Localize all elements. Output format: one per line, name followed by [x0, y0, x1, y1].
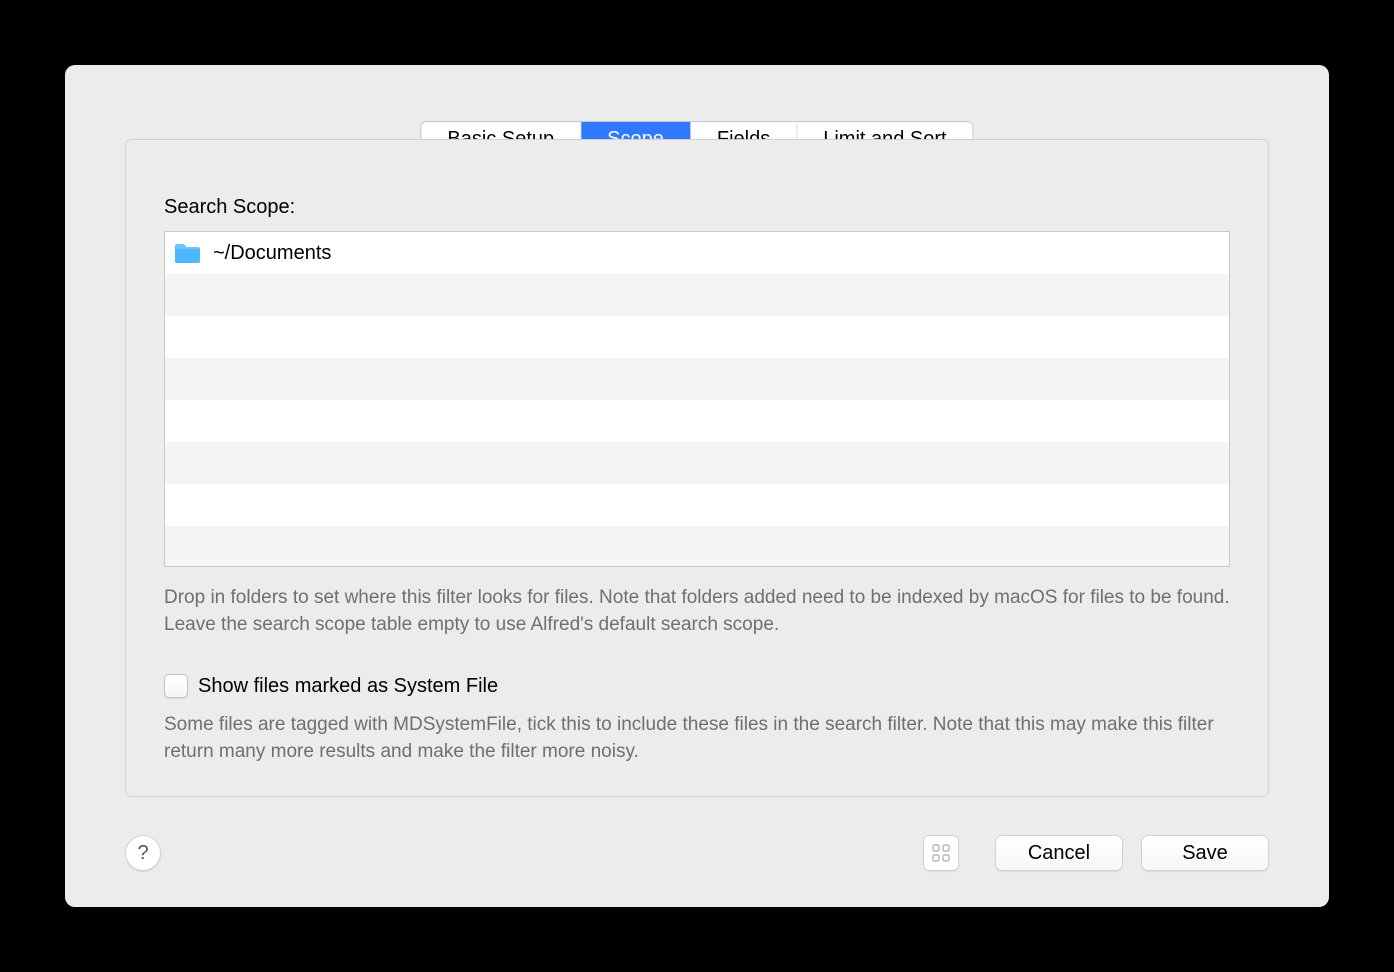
grid-icon — [932, 844, 950, 862]
save-button[interactable]: Save — [1141, 835, 1269, 871]
bottom-bar: ? Cancel Save — [125, 833, 1269, 873]
table-row[interactable] — [165, 484, 1229, 526]
system-file-row: Show files marked as System File — [164, 674, 1230, 698]
system-file-label: Show files marked as System File — [198, 675, 498, 698]
table-row[interactable] — [165, 358, 1229, 400]
table-row[interactable] — [165, 274, 1229, 316]
table-row[interactable]: ~/Documents — [165, 232, 1229, 274]
search-scope-table[interactable]: ~/Documents — [164, 231, 1230, 567]
table-row[interactable] — [165, 526, 1229, 567]
system-file-hint-text: Some files are tagged with MDSystemFile,… — [164, 712, 1230, 765]
folder-icon — [173, 242, 201, 264]
grid-icon-button[interactable] — [923, 835, 959, 871]
search-scope-heading: Search Scope: — [164, 196, 1230, 219]
scope-hint-text: Drop in folders to set where this filter… — [164, 585, 1230, 638]
system-file-checkbox[interactable] — [164, 674, 188, 698]
cancel-button[interactable]: Cancel — [995, 835, 1123, 871]
table-cell-path: ~/Documents — [213, 242, 331, 265]
table-row[interactable] — [165, 400, 1229, 442]
preferences-window: Basic Setup Scope Fields Limit and Sort … — [65, 65, 1329, 907]
table-row[interactable] — [165, 442, 1229, 484]
table-row[interactable] — [165, 316, 1229, 358]
scope-panel: Search Scope: ~/Documents Drop in folder… — [125, 139, 1269, 797]
help-button[interactable]: ? — [125, 835, 161, 871]
